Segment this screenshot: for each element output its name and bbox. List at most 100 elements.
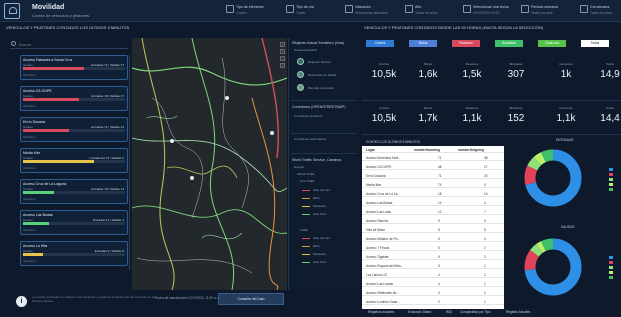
table-row[interactable]: Acceso Mirlitomés de... 3 2: [362, 289, 504, 296]
location-card[interactable]: Media Mar Conteo Contadores 74 | Salidas 0…: [20, 148, 128, 173]
filter-value: Todos los días: [531, 11, 553, 15]
table-row[interactable]: Acceso Las Bodas 14 4: [362, 199, 504, 206]
traffic-title: World Traffic Service, Caminos: [292, 158, 342, 162]
table-cell: 1: [484, 264, 486, 268]
table-row[interactable]: Acceso C/LOOPE 48 17: [362, 163, 504, 170]
table-row[interactable]: Acceso Cruz de La La... 18 14: [362, 190, 504, 197]
table-cell: 1: [484, 282, 486, 286]
vehicle-filter-button[interactable]: Peatones: [452, 40, 480, 47]
table-row[interactable]: Villa de Mazo 8 5: [362, 226, 504, 233]
tab-comparativa[interactable]: Comparativa por Tipo: [460, 310, 490, 314]
traffic-item-label: Slow: [313, 244, 320, 248]
tab-registros-actuales[interactable]: Registros actuales: [368, 310, 394, 314]
data-query-button[interactable]: Consulta del Dato: [218, 293, 284, 305]
table-row[interactable]: Acceso Ermedica Sant... 71 38: [362, 154, 504, 161]
vehicle-filter-button[interactable]: Camiones: [538, 40, 566, 47]
kpi-divider: [362, 100, 621, 101]
table-cell: 5: [484, 228, 486, 232]
vehicle-filter-button[interactable]: Motos: [409, 40, 437, 47]
cards-scrollbar[interactable]: [129, 55, 130, 270]
kpi-value: 1,1k: [556, 113, 576, 124]
location-card[interactable]: Acceso Las Bodas Conteo Entradas 14 | Sali…: [20, 210, 128, 235]
location-foot: Vehículos: [23, 166, 36, 170]
table-cell: 7: [484, 210, 486, 214]
table-row[interactable]: Acceso Las Lomas 4 1: [362, 280, 504, 287]
location-card[interactable]: Acceso La Hita Conteo Entradas 5 | Salidas…: [20, 241, 128, 266]
table-cell: 5: [438, 264, 440, 268]
traffic-line-swatch: [302, 206, 310, 207]
table-row[interactable]: Acceso Rancho 9 3: [362, 217, 504, 224]
location-foot: Vehículos: [23, 135, 36, 139]
locate-button[interactable]: [280, 63, 285, 68]
kpi-label: Coches: [378, 106, 390, 110]
search-box[interactable]: [10, 40, 128, 49]
table-row[interactable]: Acceso Tigalate 5 3: [362, 253, 504, 260]
donut-legend-swatch: [609, 266, 613, 269]
progress-fill: [23, 222, 49, 225]
table-row[interactable]: Los Llanos LCI 4 2: [362, 271, 504, 278]
tab-registro-anuales[interactable]: Registro Anuales: [506, 310, 530, 314]
table-row[interactable]: Acceso 7 Fincas 6 2: [362, 244, 504, 251]
filter-label: Día semana: [590, 5, 610, 9]
vehicle-filter-button[interactable]: Coches: [366, 40, 394, 47]
kpi-value: 10,5k: [371, 69, 397, 80]
table-row[interactable]: Enrío Dosana 71 24: [362, 172, 504, 179]
location-card[interactable]: Enrío Dosana Conteo Entradas 71 | Salidas …: [20, 117, 128, 142]
table-cell: 12: [438, 210, 442, 214]
legend-symbol-label: Restricción de Media: [308, 73, 337, 77]
kpi-value: 1,5k: [462, 69, 482, 80]
column-header[interactable]: Lugar: [366, 148, 375, 152]
legend-secondary-corridors: Corredores secundarios: [294, 137, 327, 141]
kpi-label: Bicicletas: [509, 62, 523, 66]
tab-evolucion-diaria[interactable]: Evolución Diaria: [408, 310, 431, 314]
location-name: Acceso Cruz de La Laguna: [23, 182, 67, 186]
table-cell: 6: [438, 246, 440, 250]
table-row[interactable]: Media Mar 74 0: [362, 181, 504, 188]
column-header[interactable]: numberOutgoing: [458, 148, 484, 152]
progress-fill: [23, 253, 44, 256]
filter-label: Periodo semanal: [531, 5, 558, 9]
disclaimer-text: Los datos mostrados se refieren a los ve…: [32, 295, 156, 303]
location-name: Enrío Dosana: [23, 120, 45, 124]
table-cell: Acceso Ermedica Sant...: [366, 156, 401, 160]
donut-legend-swatch: [609, 178, 613, 181]
progress-fill: [23, 67, 85, 70]
table-cell: Acceso Las Lolas: [366, 210, 391, 214]
zoom-out-button[interactable]: [280, 49, 285, 54]
table-cell: 2: [484, 246, 486, 250]
legend-symbol: [297, 58, 304, 65]
table-cell: Media Mar: [366, 183, 382, 187]
search-input[interactable]: [19, 40, 119, 48]
table-cell: 14: [438, 201, 442, 205]
progress-bar: [23, 253, 125, 256]
table-cell: 6: [438, 237, 440, 241]
filter-value: Todos los años: [415, 11, 438, 15]
kpi-label: Camiones: [559, 62, 573, 66]
layers-button[interactable]: [280, 56, 285, 61]
table-row[interactable]: Acceso Lomitos Goad... 2 1: [362, 298, 504, 305]
traffic-group-traffic: Traffic: [300, 228, 309, 232]
map-view[interactable]: [132, 38, 287, 290]
location-foot: Vehículos: [23, 228, 36, 232]
kpi-label: Todos: [605, 62, 614, 66]
location-card[interactable]: Acceso Cruz de La Laguna Conteo Entradas 1…: [20, 179, 128, 204]
location-card[interactable]: Acceso C/LOOPE Conteo Entradas 48 | Salida…: [20, 86, 128, 111]
tab-imd[interactable]: IMD: [446, 310, 452, 314]
donut-legend-swatch: [609, 168, 613, 171]
table-cell: Acceso C/LOOPE: [366, 165, 392, 169]
table-cell: 4: [484, 237, 486, 241]
vehicle-filter-button[interactable]: Todos: [581, 40, 609, 47]
info-button[interactable]: i: [16, 296, 27, 307]
column-header[interactable]: numberIncoming: [414, 148, 440, 152]
vehicle-filter-button[interactable]: Bicicletas: [495, 40, 523, 47]
kpi-value: 1k: [560, 69, 572, 80]
top-bar: Movilidad Conteo de vehículos y peatones…: [0, 0, 621, 22]
table-row[interactable]: Acceso Roques del Mira... 5 1: [362, 262, 504, 269]
traffic-item-label: Moderate: [313, 204, 326, 208]
location-card[interactable]: Acceso Faisanes a Santa Cruz Conteo Entrad…: [20, 55, 128, 80]
table-row[interactable]: Acceso Mirador de Pe... 6 4: [362, 235, 504, 242]
table-cell: 17: [484, 165, 488, 169]
zoom-in-button[interactable]: [280, 42, 285, 47]
table-row[interactable]: Acceso Las Lolas 12 7: [362, 208, 504, 215]
table-cell: 4: [438, 282, 440, 286]
